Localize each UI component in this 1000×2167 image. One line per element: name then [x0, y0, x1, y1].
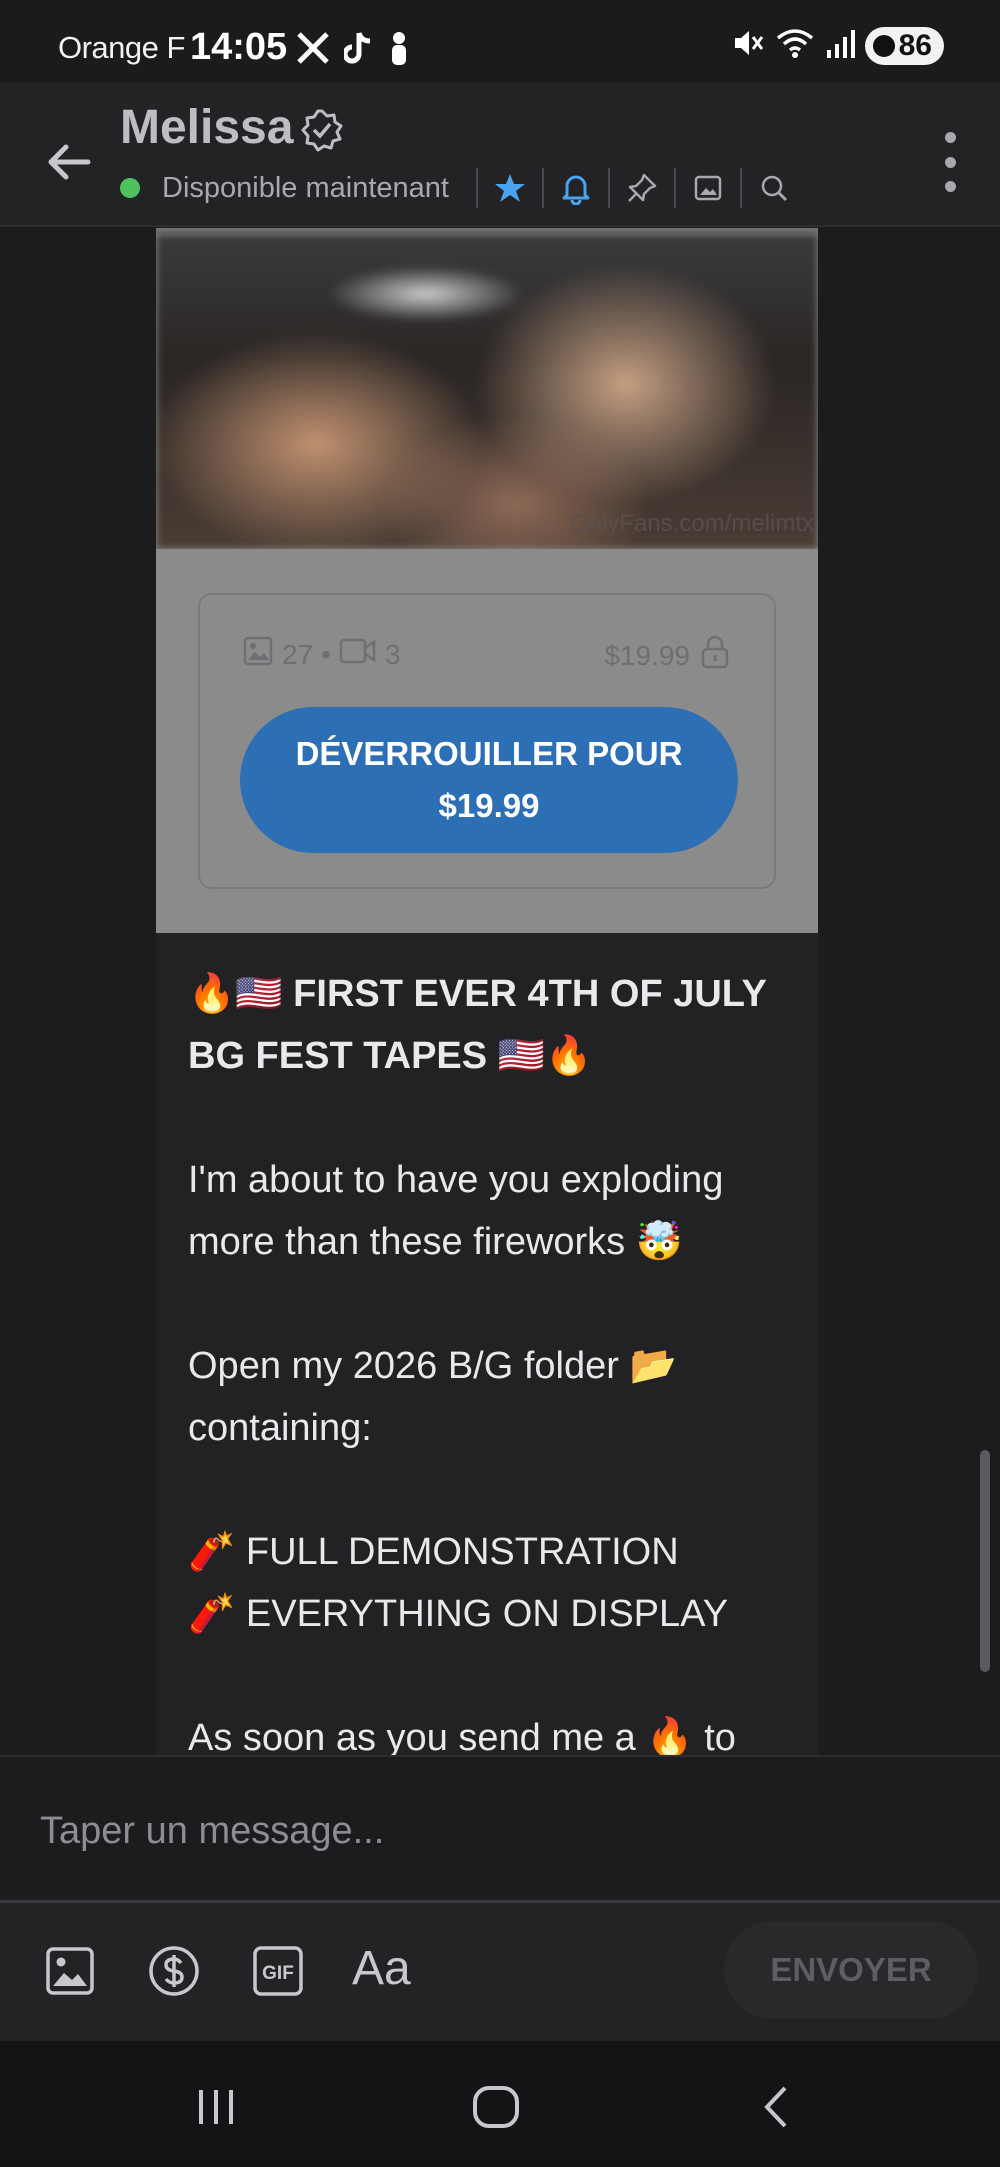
list-item: 🧨 EVERYTHING ON DISPLAY [188, 1593, 729, 1635]
paragraph-2-line-2: containing: [188, 1407, 372, 1449]
unlock-panel: 27 • 3 $19.99 DÉVERROUILLER POUR $19.99 [156, 549, 818, 933]
divider [608, 168, 610, 208]
unlock-button[interactable]: DÉVERROUILLER POUR $19.99 [240, 707, 738, 853]
lock-icon [700, 635, 730, 676]
availability-status: Disponible maintenant [162, 172, 449, 204]
divider [542, 168, 544, 208]
home-icon[interactable] [466, 2077, 526, 2137]
pin-icon[interactable] [624, 170, 660, 206]
contact-name[interactable]: Melissa [120, 100, 293, 155]
dollar-icon[interactable] [146, 1943, 202, 1999]
paragraph-3-line-1: As soon as you send me a 🔥 to [188, 1717, 736, 1755]
paragraph-1-line-1: I'm about to have you exploding [188, 1159, 724, 1201]
header-actions [462, 166, 792, 210]
system-nav-bar [0, 2041, 1000, 2167]
divider [674, 168, 676, 208]
message-input[interactable] [40, 1803, 940, 1859]
tiktok-icon [342, 30, 374, 71]
chat-area[interactable]: OnlyFans.com/melimtx 27 • 3 $19.99 DÉVER… [0, 228, 1000, 1755]
price-lock: $19.99 [604, 635, 730, 676]
composer-toolbar: GIF Aa ENVOYER [0, 1903, 1000, 2041]
recents-icon[interactable] [186, 2077, 246, 2137]
status-bar: Orange F 14:05 86 [0, 0, 1000, 82]
scrollbar[interactable] [980, 1450, 990, 1672]
video-icon [339, 636, 377, 673]
photo-icon [242, 635, 274, 674]
video-count: 3 [384, 638, 401, 670]
watermark: OnlyFans.com/melimtx [569, 510, 814, 537]
wifi-icon [775, 26, 815, 65]
search-icon[interactable] [756, 170, 792, 206]
unlock-label: DÉVERROUILLER POUR [295, 735, 683, 772]
title-line-2: BG FEST TAPES 🇺🇸🔥 [188, 1035, 593, 1077]
carrier-name: Orange F [58, 30, 185, 65]
send-button[interactable]: ENVOYER [724, 1921, 978, 2019]
media-counts: 27 • 3 [242, 635, 401, 674]
chat-header: Melissa Disponible maintenant [0, 82, 1000, 227]
more-options-icon[interactable] [940, 132, 960, 192]
clock: 14:05 [190, 26, 288, 68]
image-icon[interactable] [42, 1943, 98, 1999]
verified-badge-icon [300, 108, 344, 152]
composer [0, 1755, 1000, 1903]
battery-saver-icon [872, 34, 895, 57]
battery-indicator: 86 [864, 26, 944, 65]
divider [740, 168, 742, 208]
mute-icon [731, 26, 765, 65]
signal-icon [825, 26, 855, 65]
gallery-icon[interactable] [690, 170, 726, 206]
person-icon [388, 31, 410, 70]
star-icon[interactable] [492, 170, 528, 206]
count-separator: • [321, 638, 331, 670]
blurred-preview-image [156, 234, 818, 549]
paragraph-1-line-2: more than these fireworks 🤯 [188, 1221, 684, 1263]
back-button[interactable] [40, 132, 100, 192]
battery-level: 86 [898, 28, 932, 62]
paragraph-2-line-1: Open my 2026 B/G folder 📂 [188, 1345, 677, 1387]
text-format-button[interactable]: Aa [352, 1941, 411, 1996]
photo-count: 27 [282, 638, 314, 670]
list-item: 🧨 FULL DEMONSTRATION [188, 1531, 679, 1573]
divider [476, 168, 478, 208]
unlock-price: $19.99 [438, 787, 540, 824]
online-status-dot [120, 178, 140, 198]
media-price: $19.99 [604, 639, 690, 671]
x-logo-icon [296, 31, 330, 70]
title-line-1: 🔥🇺🇸 FIRST EVER 4TH OF JULY [188, 973, 767, 1015]
back-icon[interactable] [748, 2077, 808, 2137]
svg-text:GIF: GIF [262, 1963, 294, 1984]
message-text: 🔥🇺🇸 FIRST EVER 4TH OF JULY BG FEST TAPES… [188, 963, 808, 1755]
locked-media[interactable]: OnlyFans.com/melimtx 27 • 3 $19.99 DÉVER… [156, 228, 818, 933]
bell-icon[interactable] [558, 170, 594, 206]
unlock-card: 27 • 3 $19.99 DÉVERROUILLER POUR $19.99 [198, 593, 776, 889]
gif-icon[interactable]: GIF [250, 1943, 306, 1999]
